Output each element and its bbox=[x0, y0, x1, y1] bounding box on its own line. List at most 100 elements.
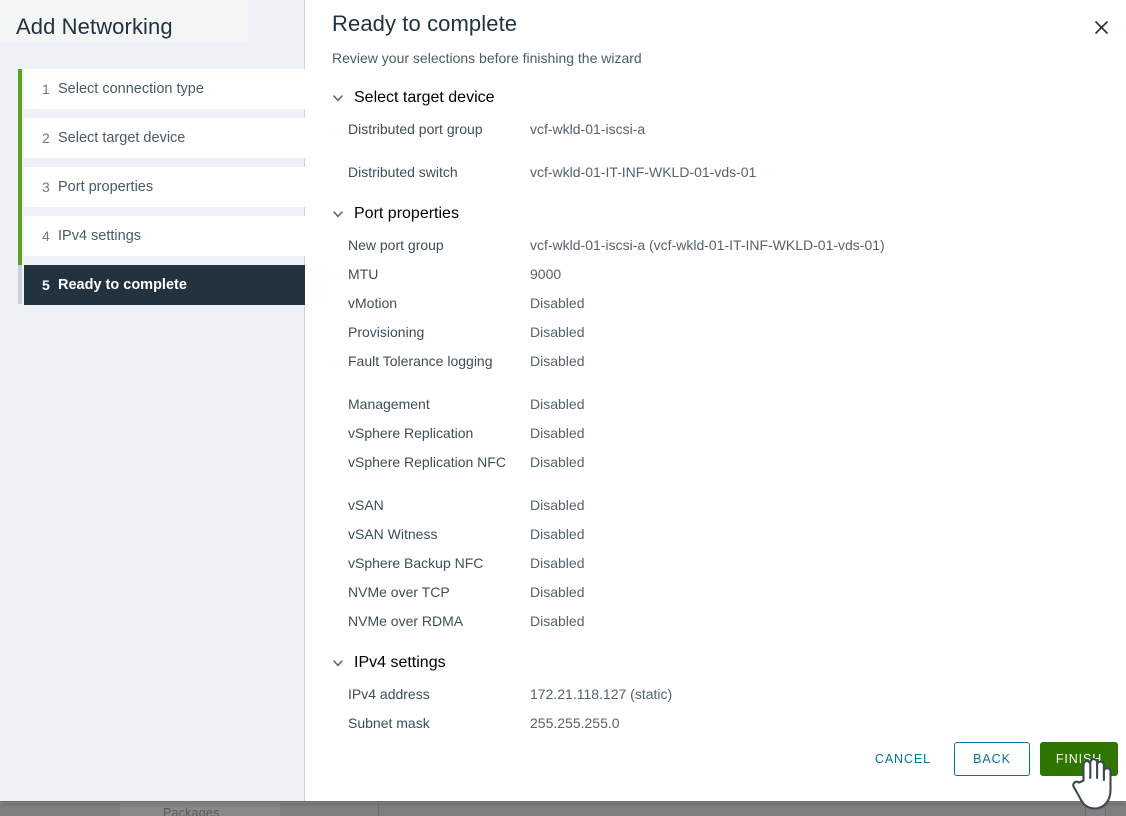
row-label: IPv4 address bbox=[348, 681, 530, 703]
row-value: 255.255.255.0 bbox=[530, 710, 620, 732]
page-subtitle: Review your selections before finishing … bbox=[332, 50, 642, 66]
section-port-properties: Port properties New port group vcf-wkld-… bbox=[306, 201, 1126, 637]
row-label: New port group bbox=[348, 232, 530, 254]
section-header-ipv4-settings[interactable]: IPv4 settings bbox=[306, 650, 1126, 676]
background-top-rule bbox=[0, 802, 1126, 803]
page-title: Ready to complete bbox=[332, 11, 517, 37]
sidebar-step-2[interactable]: 2 Select target device bbox=[24, 118, 305, 158]
step-number: 4 bbox=[24, 228, 58, 244]
chevron-down-icon bbox=[332, 657, 344, 669]
summary-row: Provisioning Disabled bbox=[306, 319, 1126, 348]
back-button[interactable]: BACK bbox=[954, 742, 1030, 776]
step-number: 5 bbox=[24, 277, 58, 293]
row-label: vSphere Replication bbox=[348, 420, 530, 442]
step-label: Select connection type bbox=[58, 81, 204, 97]
row-label: Management bbox=[348, 391, 530, 413]
chevron-down-icon bbox=[332, 208, 344, 220]
step-number: 2 bbox=[24, 130, 58, 146]
background-partial-label: Packages bbox=[163, 806, 220, 816]
row-value: Disabled bbox=[530, 420, 584, 442]
row-label: vMotion bbox=[348, 290, 530, 312]
row-value: Disabled bbox=[530, 391, 584, 413]
row-value: vcf-wkld-01-iscsi-a (vcf-wkld-01-IT-INF-… bbox=[530, 232, 885, 254]
summary-row: MTU 9000 bbox=[306, 261, 1126, 290]
screen: Packages Add Networking 1 Select connect… bbox=[0, 0, 1126, 816]
row-label: Fault Tolerance logging bbox=[348, 348, 530, 370]
wizard-content: Ready to complete Review your selections… bbox=[306, 0, 1126, 801]
row-label: Distributed port group bbox=[348, 116, 530, 138]
background-divider-3 bbox=[1105, 801, 1106, 816]
summary-row: Distributed port group vcf-wkld-01-iscsi… bbox=[306, 116, 1126, 159]
row-value: Disabled bbox=[530, 290, 584, 312]
row-label: Provisioning bbox=[348, 319, 530, 341]
summary-row: Fault Tolerance logging Disabled bbox=[306, 348, 1126, 391]
step-number: 3 bbox=[24, 179, 58, 195]
add-networking-dialog: Add Networking 1 Select connection type … bbox=[0, 0, 1126, 801]
summary-sections: Select target device Distributed port gr… bbox=[306, 85, 1126, 739]
section-ipv4-settings: IPv4 settings IPv4 address 172.21.118.12… bbox=[306, 650, 1126, 739]
row-label: NVMe over TCP bbox=[348, 579, 530, 601]
row-label: vSAN Witness bbox=[348, 521, 530, 543]
section-header-port-properties[interactable]: Port properties bbox=[306, 201, 1126, 227]
summary-row: vSAN Witness Disabled bbox=[306, 521, 1126, 550]
cancel-button[interactable]: CANCEL bbox=[862, 742, 944, 776]
section-header-select-target-device[interactable]: Select target device bbox=[306, 85, 1126, 111]
sidebar-step-5[interactable]: 5 Ready to complete bbox=[24, 265, 305, 305]
summary-row: Management Disabled bbox=[306, 391, 1126, 420]
row-value: vcf-wkld-01-IT-INF-WKLD-01-vds-01 bbox=[530, 159, 756, 181]
row-label: vSAN bbox=[348, 492, 530, 514]
row-value: 172.21.118.127 (static) bbox=[530, 681, 672, 703]
progress-fill bbox=[18, 69, 22, 265]
summary-row: vSphere Backup NFC Disabled bbox=[306, 550, 1126, 579]
chevron-down-icon bbox=[332, 92, 344, 104]
row-value: vcf-wkld-01-iscsi-a bbox=[530, 116, 645, 138]
sidebar-step-4[interactable]: 4 IPv4 settings bbox=[24, 216, 305, 256]
summary-row: Distributed switch vcf-wkld-01-IT-INF-WK… bbox=[306, 159, 1126, 188]
row-label: Distributed switch bbox=[348, 159, 530, 181]
step-number: 1 bbox=[24, 81, 58, 97]
dialog-title: Add Networking bbox=[16, 14, 173, 40]
row-value: Disabled bbox=[530, 579, 584, 601]
step-label: Select target device bbox=[58, 130, 185, 146]
wizard-sidebar: Add Networking 1 Select connection type … bbox=[0, 0, 305, 801]
row-value: Disabled bbox=[530, 319, 584, 341]
finish-button[interactable]: FINISH bbox=[1040, 742, 1118, 776]
section-rows: Distributed port group vcf-wkld-01-iscsi… bbox=[306, 116, 1126, 188]
row-label: vSphere Replication NFC bbox=[348, 449, 530, 471]
section-select-target-device: Select target device Distributed port gr… bbox=[306, 85, 1126, 188]
sidebar-step-3[interactable]: 3 Port properties bbox=[24, 167, 305, 207]
step-label: Port properties bbox=[58, 179, 153, 195]
section-title: Select target device bbox=[354, 89, 495, 107]
background-divider-2 bbox=[1085, 801, 1086, 816]
row-value: Disabled bbox=[530, 492, 584, 514]
dialog-footer: CANCEL BACK FINISH bbox=[306, 735, 1126, 801]
close-button[interactable] bbox=[1086, 12, 1116, 42]
section-rows: New port group vcf-wkld-01-iscsi-a (vcf-… bbox=[306, 232, 1126, 637]
sidebar-step-1[interactable]: 1 Select connection type bbox=[24, 69, 305, 109]
step-label: IPv4 settings bbox=[58, 228, 141, 244]
close-icon bbox=[1094, 20, 1109, 35]
summary-row: vMotion Disabled bbox=[306, 290, 1126, 319]
row-value: 9000 bbox=[530, 261, 561, 283]
row-value: Disabled bbox=[530, 608, 584, 630]
summary-row: vSphere Replication NFC Disabled bbox=[306, 449, 1126, 492]
summary-row: vSphere Replication Disabled bbox=[306, 420, 1126, 449]
row-value: Disabled bbox=[530, 449, 584, 471]
summary-row: vSAN Disabled bbox=[306, 492, 1126, 521]
row-label: vSphere Backup NFC bbox=[348, 550, 530, 572]
step-list: 1 Select connection type 2 Select target… bbox=[24, 69, 305, 314]
row-label: NVMe over RDMA bbox=[348, 608, 530, 630]
row-value: Disabled bbox=[530, 521, 584, 543]
summary-row: IPv4 address 172.21.118.127 (static) bbox=[306, 681, 1126, 710]
summary-row: NVMe over RDMA Disabled bbox=[306, 608, 1126, 637]
summary-row: New port group vcf-wkld-01-iscsi-a (vcf-… bbox=[306, 232, 1126, 261]
section-title: IPv4 settings bbox=[354, 654, 446, 672]
row-value: Disabled bbox=[530, 348, 584, 370]
background-divider-1 bbox=[378, 801, 379, 816]
section-spacer bbox=[306, 637, 1126, 650]
section-rows: IPv4 address 172.21.118.127 (static) Sub… bbox=[306, 681, 1126, 739]
row-value: Disabled bbox=[530, 550, 584, 572]
step-label: Ready to complete bbox=[58, 277, 187, 293]
section-spacer bbox=[306, 188, 1126, 201]
footer-button-group: CANCEL BACK FINISH bbox=[862, 742, 1118, 776]
